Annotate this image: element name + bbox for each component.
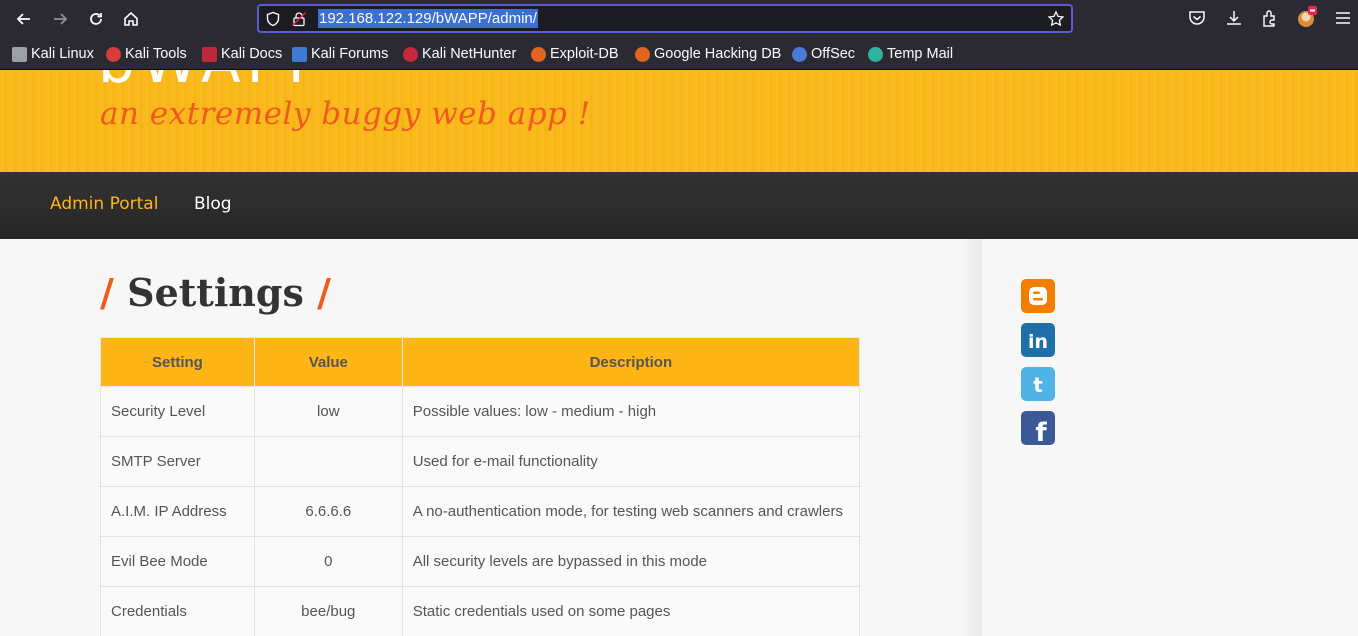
bookmark-kali-forums[interactable]: Kali Forums bbox=[292, 45, 388, 63]
browser-toolbar: 192.168.122.129/bWAPP/admin/ bbox=[0, 0, 1358, 38]
menu-hamburger-icon[interactable] bbox=[1333, 8, 1353, 28]
bookmark-kali-nethunter[interactable]: Kali NetHunter bbox=[403, 45, 516, 63]
ghdb-icon bbox=[635, 46, 650, 62]
title-slash-left: / bbox=[100, 270, 114, 315]
cell-value: bee/bug bbox=[253, 586, 403, 636]
svg-text:in: in bbox=[1028, 331, 1048, 353]
cell-value: 6.6.6.6 bbox=[253, 486, 403, 537]
tracking-shield-icon[interactable] bbox=[265, 11, 281, 27]
cell-description: All security levels are bypassed in this… bbox=[401, 536, 861, 587]
site-logo[interactable]: bWAPP bbox=[98, 70, 318, 88]
twitter-link[interactable]: t bbox=[1021, 367, 1055, 401]
table-row: Security Level low Possible values: low … bbox=[100, 386, 861, 437]
cell-value bbox=[253, 436, 403, 487]
bookmark-label: Google Hacking DB bbox=[654, 46, 782, 62]
title-slash-right: / bbox=[317, 270, 332, 315]
bookmark-kali-docs[interactable]: Kali Docs bbox=[202, 45, 282, 63]
reload-icon bbox=[90, 13, 102, 25]
reload-button[interactable] bbox=[83, 6, 109, 32]
kali-dragon-icon bbox=[12, 46, 27, 62]
main-nav: Admin Portal Blog bbox=[0, 172, 1358, 239]
cell-setting: Evil Bee Mode bbox=[100, 536, 255, 587]
column-header-value: Value bbox=[253, 337, 403, 387]
cell-description: Possible values: low - medium - high bbox=[401, 386, 861, 437]
page-title: / Settings / bbox=[100, 270, 331, 315]
nav-blog[interactable]: Blog bbox=[194, 194, 232, 214]
content-divider bbox=[960, 239, 982, 636]
cell-setting: Credentials bbox=[100, 586, 255, 636]
linkedin-icon: in bbox=[1021, 323, 1055, 357]
kali-docs-icon bbox=[202, 46, 217, 62]
cell-value: 0 bbox=[253, 536, 403, 587]
linkedin-link[interactable]: in bbox=[1021, 323, 1055, 357]
back-arrow-icon bbox=[16, 13, 30, 25]
kali-forums-icon bbox=[292, 46, 307, 62]
cell-setting: A.I.M. IP Address bbox=[100, 486, 255, 537]
forward-arrow-icon bbox=[54, 13, 68, 25]
url-text[interactable]: 192.168.122.129/bWAPP/admin/ bbox=[318, 9, 538, 28]
column-header-setting: Setting bbox=[100, 337, 255, 387]
svg-text:f: f bbox=[1035, 418, 1047, 445]
cell-description: Static credentials used on some pages bbox=[401, 586, 861, 636]
logo-text: bWAPP bbox=[98, 70, 318, 88]
settings-table: Setting Value Description Security Level… bbox=[100, 337, 861, 636]
cell-setting: Security Level bbox=[100, 386, 255, 437]
facebook-link[interactable]: f bbox=[1021, 411, 1055, 445]
table-row: A.I.M. IP Address 6.6.6.6 A no-authentic… bbox=[100, 486, 861, 537]
bookmark-label: Exploit-DB bbox=[550, 46, 619, 62]
extensions-icon[interactable] bbox=[1260, 8, 1280, 28]
nethunter-icon bbox=[403, 46, 418, 62]
bookmark-google-hacking-db[interactable]: Google Hacking DB bbox=[635, 45, 781, 63]
twitter-icon: t bbox=[1021, 367, 1055, 401]
table-row: Credentials bee/bug Static credentials u… bbox=[100, 586, 861, 636]
bookmark-temp-mail[interactable]: Temp Mail bbox=[868, 45, 953, 63]
bookmark-label: Kali Forums bbox=[311, 46, 389, 62]
cell-description: Used for e-mail functionality bbox=[401, 436, 861, 487]
kali-tools-icon bbox=[106, 46, 121, 62]
bookmark-label: Kali Docs bbox=[221, 46, 283, 62]
bookmark-exploit-db[interactable]: Exploit-DB bbox=[531, 45, 619, 63]
blogger-icon bbox=[1021, 279, 1055, 313]
bookmark-label: Temp Mail bbox=[887, 46, 954, 62]
temp-mail-icon bbox=[868, 46, 883, 62]
table-row: SMTP Server Used for e-mail functionalit… bbox=[100, 436, 861, 487]
bookmark-offsec[interactable]: OffSec bbox=[792, 45, 855, 63]
nav-admin-portal[interactable]: Admin Portal bbox=[50, 194, 158, 214]
bookmark-label: OffSec bbox=[811, 46, 856, 62]
cell-setting: SMTP Server bbox=[100, 436, 255, 487]
bookmarks-bar: Kali Linux Kali Tools Kali Docs Kali For… bbox=[0, 38, 1358, 70]
cell-description: A no-authentication mode, for testing we… bbox=[401, 486, 861, 537]
bookmark-kali-tools[interactable]: Kali Tools bbox=[106, 45, 187, 63]
downloads-icon[interactable] bbox=[1224, 8, 1244, 28]
bookmark-star-icon[interactable] bbox=[1047, 10, 1065, 28]
blogger-link[interactable] bbox=[1021, 279, 1055, 313]
site-tagline: an extremely buggy web app ! bbox=[100, 96, 591, 132]
offsec-icon bbox=[792, 46, 807, 62]
home-icon bbox=[124, 11, 138, 26]
account-avatar-icon[interactable] bbox=[1296, 5, 1318, 29]
insecure-lock-icon[interactable] bbox=[291, 11, 307, 27]
table-row: Evil Bee Mode 0 All security levels are … bbox=[100, 536, 861, 587]
column-header-description: Description bbox=[401, 337, 861, 387]
svg-text:t: t bbox=[1033, 373, 1043, 397]
bookmark-label: Kali NetHunter bbox=[422, 46, 517, 62]
forward-button[interactable] bbox=[47, 6, 73, 32]
home-button[interactable] bbox=[118, 6, 144, 32]
facebook-icon: f bbox=[1021, 411, 1055, 445]
pocket-icon[interactable] bbox=[1187, 8, 1207, 28]
bookmark-kali-linux[interactable]: Kali Linux bbox=[12, 45, 94, 63]
exploit-db-icon bbox=[531, 46, 546, 62]
bookmark-label: Kali Tools bbox=[125, 46, 187, 62]
title-text: Settings bbox=[127, 270, 304, 315]
table-header-row: Setting Value Description bbox=[100, 337, 861, 387]
cell-value: low bbox=[253, 386, 403, 437]
bookmark-label: Kali Linux bbox=[31, 46, 94, 62]
url-bar[interactable]: 192.168.122.129/bWAPP/admin/ bbox=[257, 4, 1073, 33]
back-button[interactable] bbox=[11, 6, 37, 32]
